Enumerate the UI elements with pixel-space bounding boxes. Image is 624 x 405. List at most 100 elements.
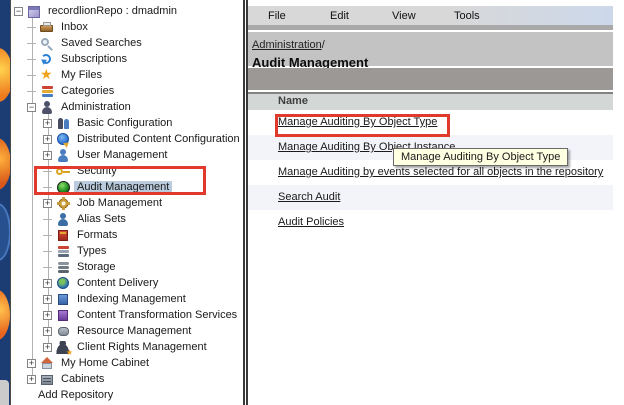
- tree-item[interactable]: Storage: [11, 259, 243, 275]
- expander-icon[interactable]: +: [43, 135, 52, 144]
- tree-item[interactable]: My Files: [11, 67, 243, 83]
- tree-item-label[interactable]: Client Rights Management: [74, 341, 210, 353]
- toolbar-band: [248, 68, 613, 90]
- tree-item-label[interactable]: Administration: [58, 101, 134, 113]
- inbox-tray-icon: [40, 21, 55, 34]
- menu-item[interactable]: File: [268, 10, 330, 22]
- tree-item[interactable]: Inbox: [11, 19, 243, 35]
- list-row[interactable]: Search Audit: [248, 185, 613, 210]
- tree-connector: [27, 55, 36, 64]
- tooltip: Manage Auditing By Object Type: [393, 148, 568, 166]
- tree-item[interactable]: + Distributed Content Configuration: [11, 131, 243, 147]
- list-header-name[interactable]: Name: [248, 92, 613, 110]
- tree-item-label[interactable]: Content Delivery: [74, 277, 161, 289]
- two-people-icon: [56, 117, 71, 130]
- tree-item[interactable]: Subscriptions: [11, 51, 243, 67]
- expander-icon[interactable]: −: [14, 7, 23, 16]
- breadcrumb-separator: /: [322, 39, 325, 51]
- menu-bar: File Edit View Tools: [248, 6, 613, 25]
- tree-rows: − recordlionRepo : dmadmin Inbox Saved S…: [11, 3, 243, 403]
- red-book-icon: [56, 229, 71, 242]
- tree-item[interactable]: − Administration: [11, 99, 243, 115]
- tree-item-label[interactable]: Subscriptions: [58, 53, 130, 65]
- background-orange-blob: [0, 290, 10, 340]
- stacked-layers-icon: [40, 85, 55, 98]
- expander-icon[interactable]: +: [27, 375, 36, 384]
- tree-item[interactable]: + My Home Cabinet: [11, 355, 243, 371]
- refresh-arrows-icon: [40, 53, 55, 66]
- panel-divider[interactable]: [243, 0, 248, 405]
- tree-item[interactable]: Add Repository: [11, 387, 243, 403]
- tree-item[interactable]: Categories: [11, 83, 243, 99]
- background-window-strip: [0, 0, 10, 405]
- tree-item[interactable]: + Resource Management: [11, 323, 243, 339]
- expander-icon[interactable]: +: [43, 343, 52, 352]
- person-dark-icon: [40, 101, 55, 114]
- tree-item-label[interactable]: Storage: [74, 261, 119, 273]
- content-panel: File Edit View Tools Administration/ Aud…: [248, 0, 624, 405]
- tree-item-label[interactable]: Formats: [74, 229, 120, 241]
- tree-connector: [27, 39, 36, 48]
- tree-item[interactable]: + Client Rights Management: [11, 339, 243, 355]
- person-blue-icon: [56, 149, 71, 162]
- audit-link[interactable]: Manage Auditing by events selected for a…: [278, 166, 603, 178]
- expander-icon[interactable]: +: [43, 199, 52, 208]
- red-layers-icon: [56, 245, 71, 258]
- tree-item-label[interactable]: Types: [74, 245, 109, 257]
- cabinet-icon: [40, 373, 55, 386]
- menu-item[interactable]: Tools: [454, 10, 516, 22]
- tree-connector: [43, 231, 52, 240]
- tree-connector: [27, 87, 36, 96]
- tree-item-label[interactable]: Alias Sets: [74, 213, 129, 225]
- tree-item[interactable]: Types: [11, 243, 243, 259]
- tree-item[interactable]: + Content Delivery: [11, 275, 243, 291]
- audit-link[interactable]: Search Audit: [278, 191, 340, 203]
- tree-item-label[interactable]: Resource Management: [74, 325, 194, 337]
- background-blue-blob: [0, 203, 10, 261]
- tree-item[interactable]: + User Management: [11, 147, 243, 163]
- tree-item-label[interactable]: Saved Searches: [58, 37, 145, 49]
- menu-item[interactable]: Edit: [330, 10, 392, 22]
- tree-item-label[interactable]: Indexing Management: [74, 293, 189, 305]
- breadcrumb-link-administration[interactable]: Administration: [252, 39, 322, 51]
- tree-item-label[interactable]: User Management: [74, 149, 171, 161]
- tree-item-label[interactable]: Basic Configuration: [74, 117, 175, 129]
- expander-icon[interactable]: −: [27, 103, 36, 112]
- tree-connector: [27, 23, 36, 32]
- tree-item[interactable]: + Basic Configuration: [11, 115, 243, 131]
- tree-item-label[interactable]: Cabinets: [58, 373, 107, 385]
- expander-icon[interactable]: +: [43, 279, 52, 288]
- audit-link[interactable]: Audit Policies: [278, 216, 344, 228]
- tree-connector: [43, 247, 52, 256]
- annotation-box-audit-management: [34, 166, 206, 195]
- expander-icon[interactable]: +: [43, 327, 52, 336]
- tree-item[interactable]: Saved Searches: [11, 35, 243, 51]
- house-icon: [40, 357, 55, 370]
- expander-icon[interactable]: +: [43, 119, 52, 128]
- menu-item[interactable]: View: [392, 10, 454, 22]
- tree-item-label[interactable]: Inbox: [58, 21, 91, 33]
- expander-icon[interactable]: +: [43, 295, 52, 304]
- tree-item-label[interactable]: recordlionRepo : dmadmin: [45, 5, 180, 17]
- tree-item[interactable]: − recordlionRepo : dmadmin: [11, 3, 243, 19]
- tree-item[interactable]: Alias Sets: [11, 211, 243, 227]
- tree-item-label[interactable]: Add Repository: [35, 389, 116, 401]
- tree-item[interactable]: + Content Transformation Services: [11, 307, 243, 323]
- tree-item[interactable]: Formats: [11, 227, 243, 243]
- menubar-shadow-strip: [248, 25, 613, 30]
- tree-item[interactable]: + Job Management: [11, 195, 243, 211]
- tree-item-label[interactable]: Content Transformation Services: [74, 309, 240, 321]
- list-row[interactable]: Audit Policies: [248, 210, 613, 235]
- tree-item-label[interactable]: Categories: [58, 85, 117, 97]
- expander-icon[interactable]: +: [43, 151, 52, 160]
- tree-item-label[interactable]: Job Management: [74, 197, 165, 209]
- background-orange-blob: [0, 138, 10, 190]
- tree-item-label[interactable]: My Home Cabinet: [58, 357, 152, 369]
- expander-icon[interactable]: +: [27, 359, 36, 368]
- tree-item[interactable]: + Indexing Management: [11, 291, 243, 307]
- tree-item-label[interactable]: My Files: [58, 69, 105, 81]
- expander-icon[interactable]: +: [43, 311, 52, 320]
- tree-item-label[interactable]: Distributed Content Configuration: [74, 133, 243, 145]
- background-orange-blob: [0, 48, 10, 102]
- tree-item[interactable]: + Cabinets: [11, 371, 243, 387]
